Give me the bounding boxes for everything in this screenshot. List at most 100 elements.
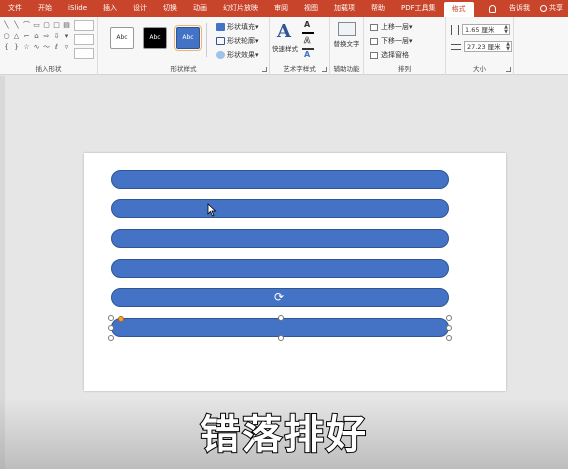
tab-slideshow[interactable]: 幻灯片放映 bbox=[215, 0, 266, 17]
share-button[interactable]: 共享 bbox=[535, 0, 568, 17]
style-preset-white[interactable]: Abc bbox=[110, 27, 134, 49]
shape-outline-button[interactable]: 形状轮廓 ▾ bbox=[216, 36, 259, 46]
alt-text-button[interactable]: 替换文字 bbox=[330, 40, 363, 48]
chevron-down-icon: ▾ bbox=[409, 37, 413, 45]
shape-more[interactable]: ▾ bbox=[62, 31, 71, 41]
shape-effects-button[interactable]: 形状效果 ▾ bbox=[216, 50, 259, 60]
menu-bar: 文件 开始 iSlide 插入 设计 切换 动画 幻灯片放映 审阅 视图 加载项… bbox=[0, 0, 568, 17]
tab-view[interactable]: 视图 bbox=[296, 0, 326, 17]
ribbon: ╲ ╲ ⌒ ▭ ▢ □ ▤ ○ △ ⌐ ⌂ ⇨ ⇩ ▾ { } ☆ ∿ 〜 ℓ … bbox=[0, 17, 568, 75]
shape-corner[interactable]: ⌐ bbox=[22, 31, 31, 41]
resize-handle[interactable] bbox=[446, 315, 452, 321]
tab-review[interactable]: 审阅 bbox=[266, 0, 296, 17]
resize-handle[interactable] bbox=[446, 335, 452, 341]
quick-styles-label[interactable]: 快速样式 bbox=[272, 43, 298, 53]
shape-scribble[interactable]: ℓ bbox=[52, 42, 61, 52]
resize-handle[interactable] bbox=[278, 315, 284, 321]
height-icon bbox=[451, 24, 459, 35]
spin-arrows-icon[interactable]: ▲ ▼ bbox=[504, 25, 508, 35]
bring-forward-label: 上移一层 bbox=[381, 23, 409, 31]
shape-expand[interactable]: ▿ bbox=[62, 42, 71, 52]
quick-styles-icon[interactable]: A bbox=[277, 21, 291, 42]
resize-handle[interactable] bbox=[108, 325, 114, 331]
selection-pane-button[interactable]: 选择窗格 bbox=[370, 50, 409, 60]
height-input[interactable]: 1.65 厘米 ▲ ▼ bbox=[462, 24, 510, 35]
shape-chevron[interactable]: ⌂ bbox=[32, 31, 41, 41]
shape-line[interactable]: ╲ bbox=[2, 20, 11, 30]
tab-insert[interactable]: 插入 bbox=[95, 0, 125, 17]
group-wordart-styles: A 快速样式 A A A 艺术字样式 bbox=[270, 17, 330, 75]
rounded-bar-shape[interactable] bbox=[111, 170, 449, 189]
shape-brace[interactable]: { bbox=[2, 42, 11, 52]
effects-icon bbox=[216, 51, 225, 59]
shape-rect[interactable]: ▭ bbox=[32, 20, 41, 30]
text-box-button[interactable] bbox=[74, 34, 94, 45]
shape-arc[interactable]: ⌒ bbox=[22, 20, 31, 30]
shape-arrow-right[interactable]: ⇨ bbox=[42, 31, 51, 41]
style-gallery-scroll[interactable] bbox=[206, 23, 212, 57]
text-effects-icon[interactable]: A bbox=[304, 50, 310, 59]
send-backward-button[interactable]: 下移一层 ▾ bbox=[370, 36, 413, 46]
tab-addins[interactable]: 加载项 bbox=[326, 0, 363, 17]
group-label-shape-styles: 形状样式 bbox=[170, 65, 197, 73]
tab-design[interactable]: 设计 bbox=[125, 0, 155, 17]
style-preset-blue[interactable]: Abc bbox=[174, 25, 202, 51]
tab-help[interactable]: 帮助 bbox=[363, 0, 393, 17]
tab-transitions[interactable]: 切换 bbox=[155, 0, 185, 17]
tab-animations[interactable]: 动画 bbox=[185, 0, 215, 17]
text-outline-icon[interactable]: A bbox=[304, 36, 311, 46]
text-fill-icon[interactable]: A bbox=[304, 20, 310, 29]
merge-shapes-button[interactable] bbox=[74, 48, 94, 59]
tab-pdf-tools[interactable]: PDF工具集 bbox=[393, 0, 444, 17]
edit-shape-button[interactable] bbox=[74, 20, 94, 31]
bring-forward-button[interactable]: 上移一层 ▾ bbox=[370, 22, 413, 32]
shape-arrow-down[interactable]: ⇩ bbox=[52, 31, 61, 41]
spin-arrows-icon[interactable]: ▲ ▼ bbox=[506, 42, 510, 52]
shape-curve[interactable]: ∿ bbox=[32, 42, 41, 52]
shape-line-2[interactable]: ╲ bbox=[12, 20, 21, 30]
resize-handle[interactable] bbox=[278, 335, 284, 341]
chevron-down-icon: ▾ bbox=[255, 37, 259, 45]
adjust-handle[interactable] bbox=[118, 316, 124, 322]
dialog-launcher-icon[interactable] bbox=[262, 67, 267, 72]
shape-text[interactable]: ▤ bbox=[62, 20, 71, 30]
shape-effects-label: 形状效果 bbox=[227, 51, 255, 59]
selection-pane-icon bbox=[370, 51, 378, 59]
shape-ellipse[interactable]: ○ bbox=[2, 31, 11, 41]
bring-forward-icon bbox=[370, 23, 378, 31]
shape-star[interactable]: ☆ bbox=[22, 42, 31, 52]
rotate-icon[interactable]: ⟳ bbox=[274, 291, 284, 303]
resize-handle[interactable] bbox=[108, 335, 114, 341]
tab-file[interactable]: 文件 bbox=[0, 0, 30, 17]
dialog-launcher-icon[interactable] bbox=[506, 67, 511, 72]
shape-gallery[interactable]: ╲ ╲ ⌒ ▭ ▢ □ ▤ ○ △ ⌐ ⌂ ⇨ ⇩ ▾ { } ☆ ∿ 〜 ℓ … bbox=[2, 20, 70, 52]
group-label-size: 大小 bbox=[473, 65, 486, 73]
send-backward-icon bbox=[370, 37, 378, 45]
alt-text-icon[interactable] bbox=[338, 22, 356, 36]
dialog-launcher-icon[interactable] bbox=[322, 67, 327, 72]
tab-islide[interactable]: iSlide bbox=[60, 0, 95, 17]
width-value: 27.23 厘米 bbox=[467, 43, 501, 51]
slide-canvas[interactable]: ⟳ bbox=[84, 153, 506, 391]
shape-fill-button[interactable]: 形状填充 ▾ bbox=[216, 22, 259, 32]
tell-me-search[interactable]: 告诉我 bbox=[504, 0, 535, 17]
tab-home[interactable]: 开始 bbox=[30, 0, 60, 17]
shape-rect-2[interactable]: □ bbox=[52, 20, 61, 30]
group-label-insert-shapes: 插入形状 bbox=[35, 65, 62, 73]
rounded-bar-shape[interactable] bbox=[111, 259, 449, 278]
share-label: 共享 bbox=[549, 4, 563, 12]
shape-triangle[interactable]: △ bbox=[12, 31, 21, 41]
shape-round-rect[interactable]: ▢ bbox=[42, 20, 51, 30]
width-input[interactable]: 27.23 厘米 ▲ ▼ bbox=[464, 41, 512, 52]
shape-brace-2[interactable]: } bbox=[12, 42, 21, 52]
shape-wave[interactable]: 〜 bbox=[42, 42, 51, 52]
resize-handle[interactable] bbox=[446, 325, 452, 331]
style-preset-black[interactable]: Abc bbox=[143, 27, 167, 49]
rounded-bar-shape[interactable] bbox=[111, 229, 449, 248]
rounded-bar-shape[interactable] bbox=[111, 199, 449, 218]
width-row: 27.23 厘米 ▲ ▼ bbox=[451, 41, 512, 52]
tab-format[interactable]: 格式 bbox=[443, 2, 474, 17]
resize-handle[interactable] bbox=[108, 315, 114, 321]
group-label-wordart: 艺术字样式 bbox=[283, 65, 316, 73]
menu-right: 告诉我 共享 bbox=[489, 0, 568, 17]
